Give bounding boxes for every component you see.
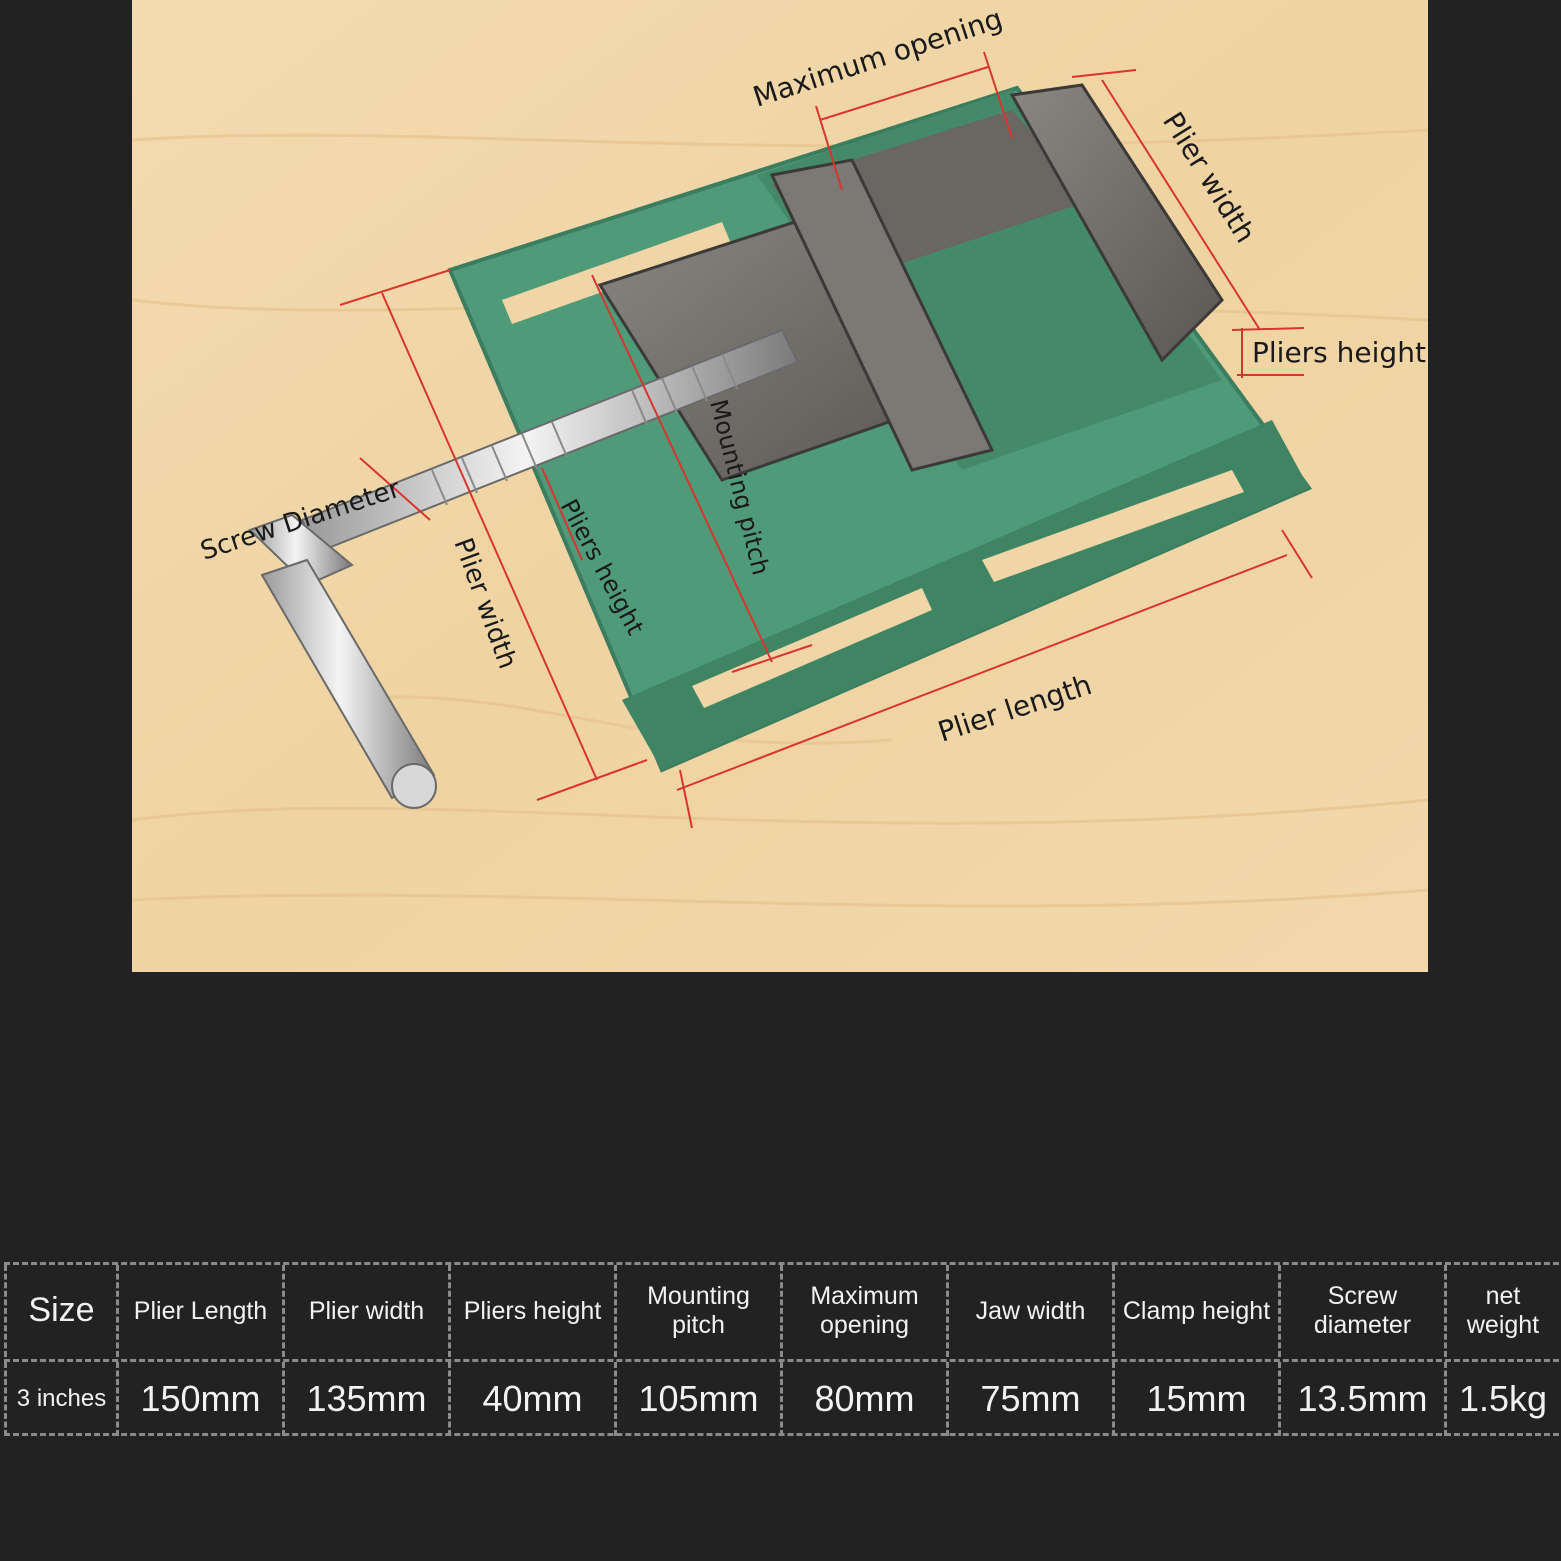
table-header-cell: Plier Length [116, 1265, 282, 1357]
table-header-cell: Plier width [282, 1265, 448, 1357]
table-header-row: Size Plier Length Plier width Pliers height… [4, 1265, 1559, 1357]
table-cell: 105mm [614, 1362, 780, 1436]
table-header-cell: Jaw width [946, 1265, 1112, 1357]
table-header-cell: Clamp height [1112, 1265, 1278, 1357]
product-photo: Maximum opening Plier width Pliers heigh… [132, 0, 1428, 972]
table-cell: 135mm [282, 1362, 448, 1436]
table-cell: 15mm [1112, 1362, 1278, 1436]
table-header-cell: net weight [1444, 1265, 1559, 1357]
table-header-cell: Size [4, 1265, 116, 1357]
table-cell: 40mm [448, 1362, 614, 1436]
table-cell: 75mm [946, 1362, 1112, 1436]
table-cell: 80mm [780, 1362, 946, 1436]
table-header-cell: Mounting pitch [614, 1265, 780, 1357]
table-header-cell: Maximum opening [780, 1265, 946, 1357]
table-cell: 150mm [116, 1362, 282, 1436]
table-cell: 1.5kg [1444, 1362, 1559, 1436]
vise-illustration: Maximum opening Plier width Pliers heigh… [132, 0, 1428, 972]
table-cell: 3 inches [4, 1362, 116, 1436]
table-header-cell: Screw diameter [1278, 1265, 1444, 1357]
label-pliers-height-right: Pliers height [1252, 336, 1426, 369]
table-cell: 13.5mm [1278, 1362, 1444, 1436]
table-row: 3 inches 150mm 135mm 40mm 105mm 80mm 75mm 15mm 1… [4, 1359, 1559, 1436]
specifications-table: Size Plier Length Plier width Pliers height… [4, 1262, 1559, 1436]
table-header-cell: Pliers height [448, 1265, 614, 1357]
